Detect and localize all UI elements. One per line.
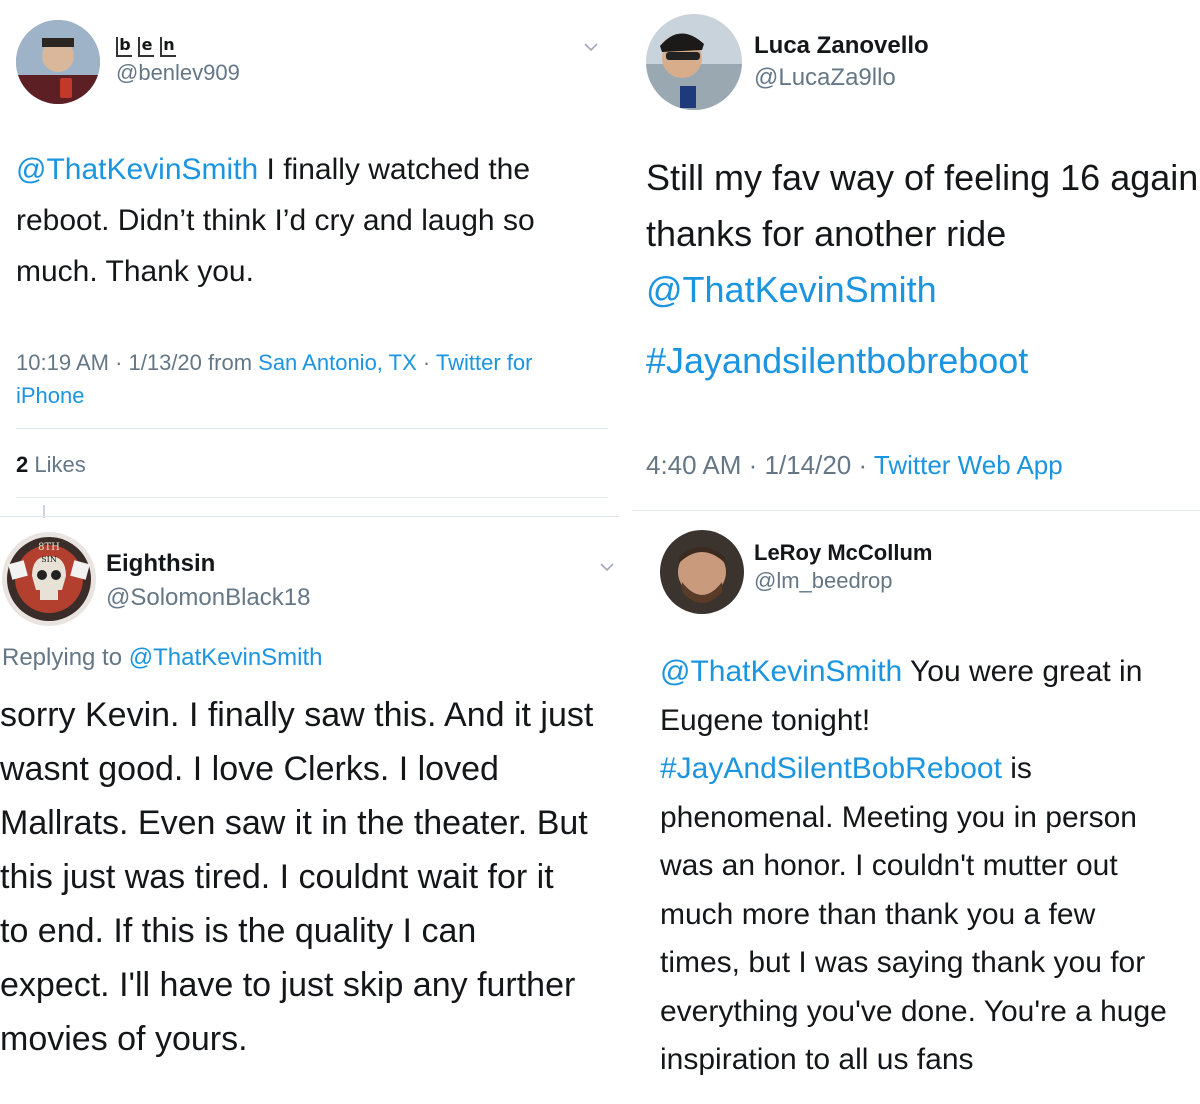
tweet-luca: Luca Zanovello @LucaZa9llo Still my fav … <box>632 0 1200 505</box>
source-link[interactable]: Twitter Web App <box>874 450 1063 480</box>
likes-stat[interactable]: 2 Likes <box>16 452 86 478</box>
hashtag-link[interactable]: #Jayandsilentbobreboot <box>646 333 1200 389</box>
likes-label: Likes <box>28 452 86 477</box>
user-handle[interactable]: @lm_beedrop <box>754 568 893 594</box>
mention-link[interactable]: @ThatKevinSmith <box>660 655 902 688</box>
avatar-text: SIN <box>41 555 57 564</box>
timestamp[interactable]: 4:40 AM · 1/14/20 · <box>646 450 874 480</box>
avatar-text: 8TH <box>38 542 60 553</box>
avatar-photo-icon <box>16 20 100 104</box>
user-handle[interactable]: @SolomonBlack18 <box>106 584 310 612</box>
tweet-text: is <box>1001 752 1032 785</box>
name-letter: b <box>116 37 132 57</box>
mention-link[interactable]: @ThatKevinSmith <box>646 262 1200 318</box>
replying-label: Replying to <box>2 644 129 671</box>
tweet-line: to end. If this is the quality I can <box>0 912 477 950</box>
tweet-meta: 10:19 AM · 1/13/20 from San Antonio, TX … <box>16 346 596 412</box>
avatar[interactable] <box>16 20 100 104</box>
tweet-line: inspiration to all us fans <box>660 1043 974 1076</box>
skull-logo-icon: 8TH SIN <box>2 532 96 626</box>
tweet-line: Eugene tonight! <box>660 703 871 737</box>
tweet-ben: ben @benlev909 @ThatKevinSmith I finally… <box>0 0 620 505</box>
display-name[interactable]: Luca Zanovello <box>754 32 929 60</box>
meta-separator: · <box>416 350 436 375</box>
tweet-line: was an honor. I couldn't mutter out <box>660 849 1118 882</box>
chevron-down-icon[interactable] <box>600 560 614 574</box>
display-name[interactable]: ben <box>116 30 182 57</box>
avatar-photo-icon <box>660 530 744 614</box>
tweet-body: @ThatKevinSmith I finally watched the re… <box>16 144 616 297</box>
tweet-line: wasnt good. I love Clerks. I loved <box>0 750 499 788</box>
mention-link[interactable]: @ThatKevinSmith <box>16 153 258 186</box>
divider <box>16 428 608 429</box>
tweet-line: this just was tired. I couldnt wait for … <box>0 858 554 896</box>
likes-count: 2 <box>16 452 29 477</box>
tweet-body: Still my fav way of feeling 16 again tha… <box>646 150 1200 389</box>
tweet-line: @ThatKevinSmith You were great in <box>660 648 1200 697</box>
name-letter: e <box>138 37 154 57</box>
hashtag-link[interactable]: #JayAndSilentBobReboot <box>660 752 1002 785</box>
display-name[interactable]: Eighthsin <box>106 550 215 578</box>
tweet-line: times, but I was saying thank you for <box>660 946 1146 979</box>
tweet-line: sorry Kevin. I finally saw this. And it … <box>0 696 594 734</box>
user-handle[interactable]: @LucaZa9llo <box>754 64 896 92</box>
divider <box>632 510 1200 511</box>
location-link[interactable]: San Antonio, TX <box>258 350 417 375</box>
tweet-eighthsin: 8TH SIN Eighthsin @SolomonBlack18 Replyi… <box>0 518 620 1104</box>
tweet-line: movies of yours. <box>0 1020 248 1058</box>
mention-link[interactable]: @ThatKevinSmith <box>129 644 323 671</box>
chevron-down-icon[interactable] <box>584 40 598 54</box>
avatar-photo-icon <box>646 14 742 110</box>
timestamp[interactable]: 10:19 AM · 1/13/20 from <box>16 350 258 375</box>
avatar[interactable]: 8TH SIN <box>2 532 96 626</box>
tweet-line: much more than thank you a few <box>660 897 1096 931</box>
name-letter: n <box>160 37 176 57</box>
tweet-text: You were great in <box>902 655 1143 688</box>
tweet-leroy: LeRoy McCollum @lm_beedrop @ThatKevinSmi… <box>632 518 1200 1104</box>
tweet-body: sorry Kevin. I finally saw this. And it … <box>0 688 620 1066</box>
divider <box>16 497 608 498</box>
display-name[interactable]: LeRoy McCollum <box>754 540 932 566</box>
replying-to: Replying to @ThatKevinSmith <box>2 644 323 672</box>
user-handle[interactable]: @benlev909 <box>116 60 240 86</box>
tweet-line: phenomenal. Meeting you in person <box>660 800 1137 834</box>
tweet-line: everything you've done. You're a huge <box>660 994 1167 1028</box>
tweet-line: expect. I'll have to just skip any furth… <box>0 966 576 1004</box>
tweet-line: #JayAndSilentBobReboot is <box>660 745 1200 794</box>
avatar[interactable] <box>660 530 744 614</box>
divider <box>0 516 620 517</box>
tweet-line: Mallrats. Even saw it in the theater. Bu… <box>0 804 588 842</box>
tweet-body: @ThatKevinSmith You were great in Eugene… <box>660 648 1200 1085</box>
tweet-line: Still my fav way of feeling 16 again <box>646 157 1199 198</box>
avatar[interactable] <box>646 14 742 110</box>
tweet-line: thanks for another ride <box>646 213 1007 254</box>
tweet-meta: 4:40 AM · 1/14/20 · Twitter Web App <box>646 450 1063 481</box>
